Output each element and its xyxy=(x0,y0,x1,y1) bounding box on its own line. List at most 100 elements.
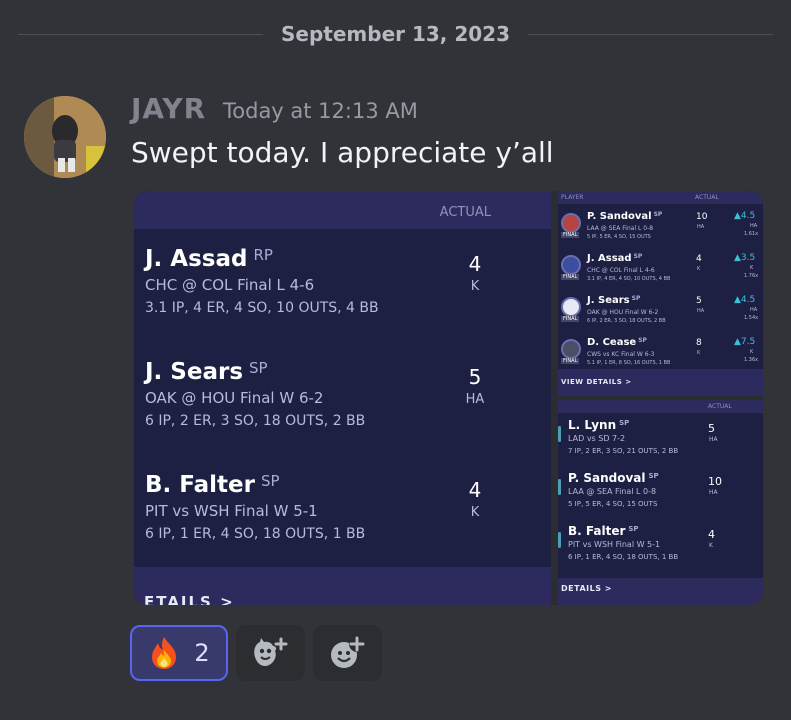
add-super-reaction-button[interactable] xyxy=(236,625,305,681)
tr-player-row: FINAL P. Sandoval SP LAA @ SEA Final L 0-… xyxy=(558,207,763,249)
row-edge-marker xyxy=(558,426,561,442)
player-name: B. Falter xyxy=(568,524,626,538)
player-name: P. Sandoval xyxy=(568,471,646,485)
player-name-wrap: P. Sandoval SP xyxy=(568,471,659,485)
player-projection: ▲3.5 xyxy=(734,253,755,263)
projection-arrow-icon: ▲ xyxy=(734,211,741,221)
player-name-wrap: L. Lynn SP xyxy=(568,418,629,432)
player-name-wrap: J. Assad SP xyxy=(587,253,642,264)
player-name: J. Sears xyxy=(587,295,630,306)
projection-arrow-icon: ▲ xyxy=(734,253,741,263)
tr-actual-header: ACTUAL xyxy=(695,194,719,201)
player-game: CWS vs KC Final W 6-3 xyxy=(587,351,655,358)
player-actual-unit: K xyxy=(470,505,480,520)
player-game: OAK @ HOU Final W 6-2 xyxy=(587,309,659,316)
player-stats: 5.1 IP, 1 ER, 8 SO, 16 OUTS, 1 BB xyxy=(587,360,671,366)
player-actual-unit: K xyxy=(470,279,480,294)
player-stats: 6 IP, 1 ER, 4 SO, 18 OUTS, 1 BB xyxy=(145,526,366,542)
add-reaction-button[interactable] xyxy=(313,625,382,681)
message-text: Swept today. I appreciate y’all xyxy=(131,136,554,169)
player-stats: 5 IP, 5 ER, 4 SO, 15 OUTS xyxy=(568,500,658,508)
image-gallery: ACTUAL J. Assad RP CHC @ COL Final L 4-6 … xyxy=(134,191,763,605)
main-image-header: ACTUAL xyxy=(134,191,551,229)
br-player-row: L. Lynn SP LAD vs SD 7-2 7 IP, 2 ER, 3 SO… xyxy=(558,418,763,470)
reaction-count: 2 xyxy=(194,639,210,667)
tr-player-row: FINAL J. Sears SP OAK @ HOU Final W 6-2 6… xyxy=(558,291,763,333)
divider-line-left xyxy=(18,33,263,35)
player-game: LAD vs SD 7-2 xyxy=(568,434,626,443)
player-actual-unit: K xyxy=(697,266,701,272)
br-actual-header: ACTUAL xyxy=(708,403,732,410)
player-position: RP xyxy=(253,246,273,264)
final-badge: FINAL xyxy=(561,232,580,238)
projection-unit: HA xyxy=(750,307,758,313)
player-stats: 3.1 IP, 4 ER, 4 SO, 10 OUTS, 4 BB xyxy=(587,276,671,282)
player-multiplier: 1.61x xyxy=(744,231,759,237)
tr-player-row: FINAL J. Assad SP CHC @ COL Final L 4-6 3… xyxy=(558,249,763,291)
player-actual-value: 10 xyxy=(708,475,722,488)
projection-value: 3.5 xyxy=(740,253,756,263)
attachment-image-main[interactable]: ACTUAL J. Assad RP CHC @ COL Final L 4-6 … xyxy=(134,191,551,605)
attachment-image-bottom-right[interactable]: ACTUAL L. Lynn SP LAD vs SD 7-2 7 IP, 2 E… xyxy=(558,400,763,605)
player-actual-unit: HA xyxy=(697,308,705,314)
player-position: SP xyxy=(638,337,647,344)
player-name-wrap: P. Sandoval SP xyxy=(587,211,662,222)
player-avatar xyxy=(561,255,581,275)
fire-icon xyxy=(152,637,177,669)
player-name: J. Assad xyxy=(145,246,248,272)
final-badge: FINAL xyxy=(561,316,580,322)
main-details-link: ETAILS > xyxy=(144,593,235,605)
player-multiplier: 1.54x xyxy=(744,315,759,321)
tr-player-header: PLAYER xyxy=(561,194,584,201)
player-actual-unit: HA xyxy=(697,224,705,230)
reaction-fire-button[interactable]: 2 xyxy=(130,625,228,681)
player-actual-value: 5 xyxy=(696,296,702,306)
projection-arrow-icon: ▲ xyxy=(734,337,741,347)
player-name-wrap: B. Falter SP xyxy=(568,524,639,538)
player-name: J. Sears xyxy=(145,359,244,385)
final-badge: FINAL xyxy=(561,358,580,364)
player-actual-value: 5 xyxy=(468,365,482,389)
player-name: D. Cease xyxy=(587,337,637,348)
player-multiplier: 1.36x xyxy=(744,357,759,363)
br-footer: DETAILS > xyxy=(558,578,763,605)
player-position: SP xyxy=(249,359,268,377)
message-timestamp: Today at 12:13 AM xyxy=(223,99,418,123)
player-position: SP xyxy=(619,419,630,427)
br-player-row: P. Sandoval SP LAA @ SEA Final L 0-8 5 IP… xyxy=(558,471,763,523)
main-actual-header: ACTUAL xyxy=(439,205,491,220)
player-projection: ▲7.5 xyxy=(734,337,755,347)
main-player-row: J. Sears SP OAK @ HOU Final W 6-2 6 IP, 2… xyxy=(145,359,545,439)
player-game: LAA @ SEA Final L 0-8 xyxy=(568,487,657,496)
add-reaction-icon xyxy=(330,636,365,668)
final-badge: FINAL xyxy=(561,274,580,280)
player-projection: ▲4.5 xyxy=(734,295,755,305)
player-position: SP xyxy=(260,472,280,490)
avatar[interactable] xyxy=(24,96,106,178)
player-position: SP xyxy=(653,211,663,218)
main-image-footer: ETAILS > xyxy=(134,567,551,605)
player-actual-unit: HA xyxy=(465,392,485,407)
player-position: SP xyxy=(628,525,639,533)
date-divider: September 13, 2023 xyxy=(18,18,774,50)
player-avatar xyxy=(561,339,581,359)
row-edge-marker xyxy=(558,532,561,548)
player-game: PIT vs WSH Final W 5-1 xyxy=(568,540,661,549)
player-actual-unit: K xyxy=(709,542,713,549)
message-author[interactable]: JAYR xyxy=(131,92,206,125)
attachment-image-top-right[interactable]: PLAYER ACTUAL FINAL P. Sandoval SP LAA @ … xyxy=(558,191,763,396)
player-position: SP xyxy=(648,472,659,480)
player-stats: 7 IP, 2 ER, 3 SO, 21 OUTS, 2 BB xyxy=(568,447,679,455)
projection-value: 7.5 xyxy=(740,337,756,347)
br-details-link: DETAILS > xyxy=(561,584,612,593)
player-game: LAA @ SEA Final L 0-8 xyxy=(587,225,654,232)
player-game: CHC @ COL Final L 4-6 xyxy=(587,267,655,274)
player-actual-value: 8 xyxy=(696,338,702,348)
player-stats: 6 IP, 2 ER, 3 SO, 18 OUTS, 2 BB xyxy=(587,318,666,324)
player-name: P. Sandoval xyxy=(587,211,652,222)
player-actual-unit: HA xyxy=(709,436,718,443)
projection-unit: K xyxy=(750,349,754,355)
player-stats: 6 IP, 1 ER, 4 SO, 18 OUTS, 1 BB xyxy=(568,553,679,561)
player-avatar xyxy=(561,297,581,317)
player-name-wrap: J. Sears SP xyxy=(587,295,640,306)
